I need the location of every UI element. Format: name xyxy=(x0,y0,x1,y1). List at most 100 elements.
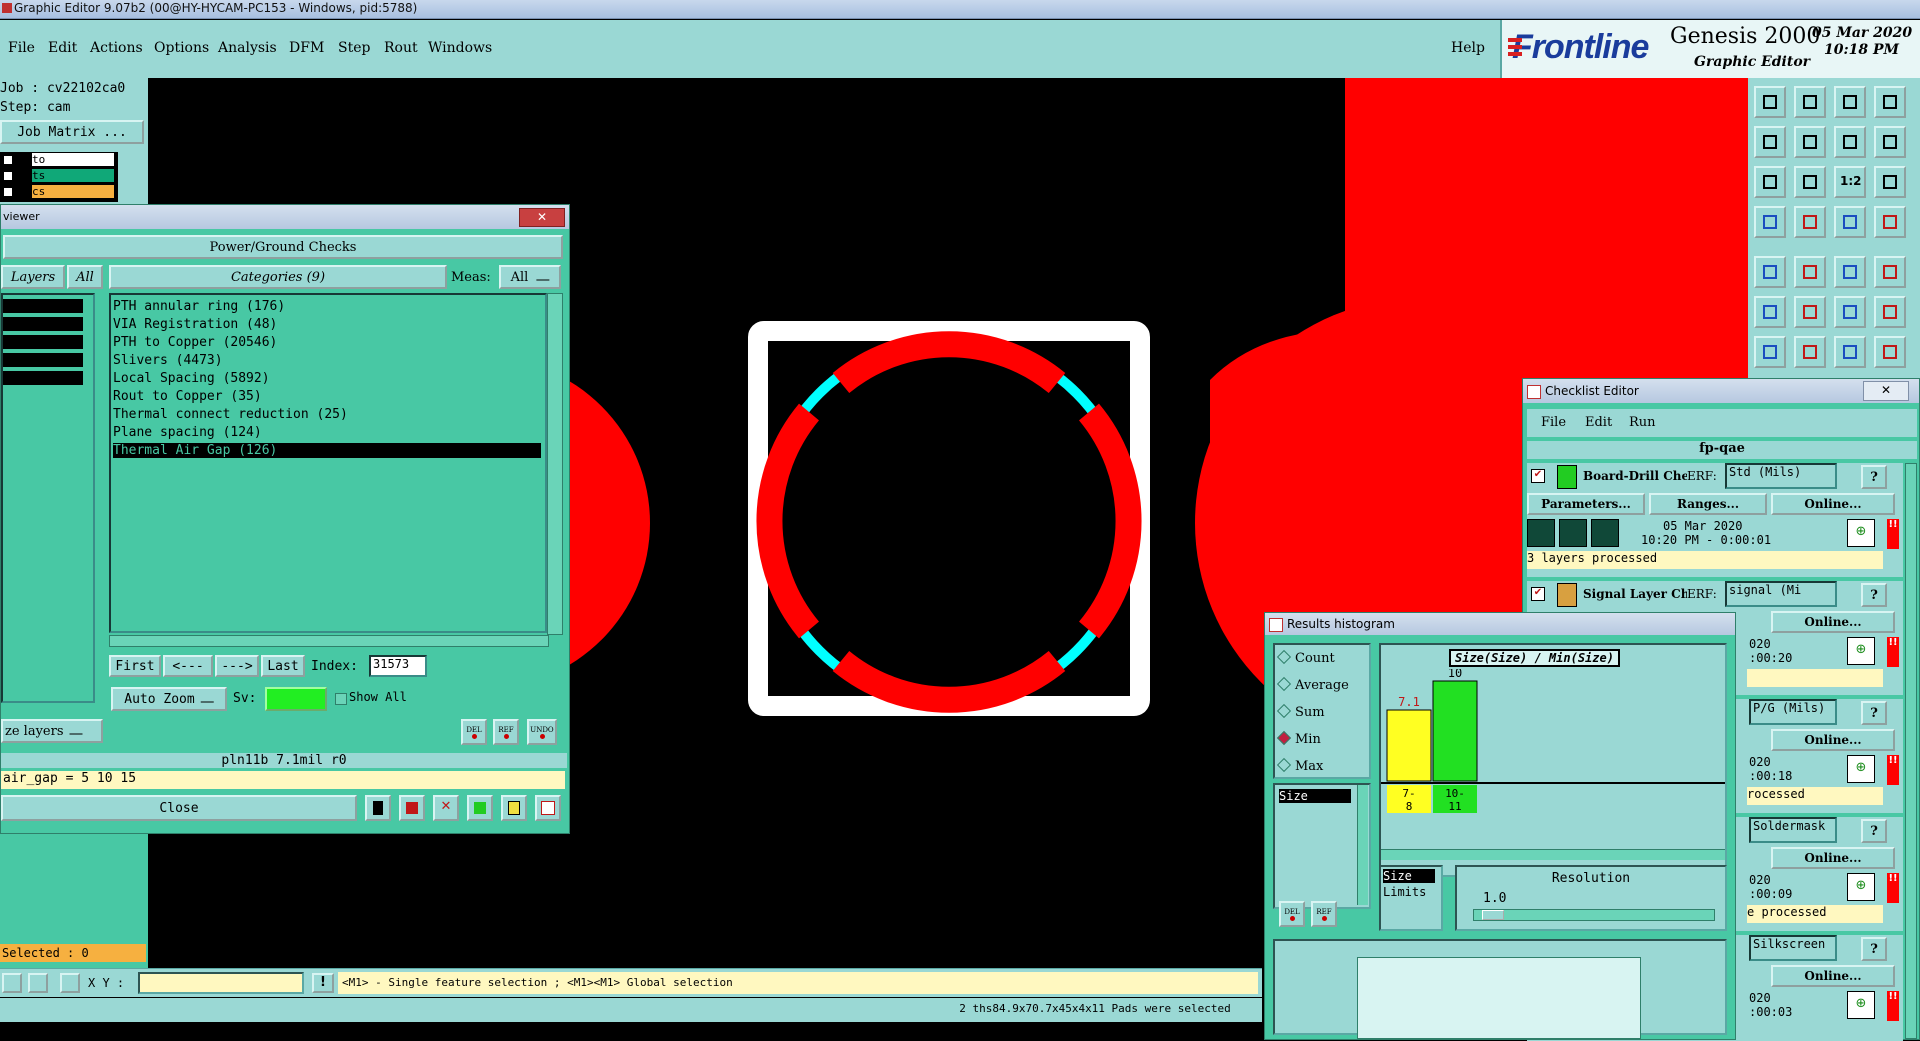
option-count[interactable]: Count xyxy=(1276,649,1335,666)
menu-analysis[interactable]: Analysis xyxy=(218,40,277,56)
option-max[interactable]: Max xyxy=(1276,757,1323,774)
layer-item[interactable] xyxy=(3,371,83,385)
category-item[interactable]: Thermal connect reduction (25) xyxy=(113,407,348,422)
cross-icon[interactable] xyxy=(1794,296,1826,328)
layer-tool-icon[interactable] xyxy=(399,795,425,821)
zoom-icon[interactable]: ⊕ xyxy=(1847,519,1875,547)
point-icon[interactable] xyxy=(1834,296,1866,328)
help-button[interactable]: ? xyxy=(1861,701,1887,725)
online-button[interactable]: Online... xyxy=(1771,493,1895,515)
line-icon[interactable] xyxy=(1834,256,1866,288)
snap-icon[interactable] xyxy=(1874,126,1906,158)
category-item-selected[interactable]: Thermal Air Gap (126) xyxy=(113,443,541,458)
zoom-icon[interactable]: ⊕ xyxy=(1847,637,1875,665)
menu-windows[interactable]: Windows xyxy=(428,40,492,56)
menu-edit[interactable]: Edit xyxy=(48,40,77,56)
slider-thumb[interactable] xyxy=(1482,910,1504,920)
online-button[interactable]: Online... xyxy=(1771,729,1895,751)
menu-rout[interactable]: Rout xyxy=(384,40,418,56)
category-item[interactable]: VIA Registration (48) xyxy=(113,317,277,332)
slash-red-icon[interactable] xyxy=(1754,336,1786,368)
check-enabled-icon[interactable]: ✔ xyxy=(1531,469,1545,483)
field-scrollbar[interactable] xyxy=(1357,785,1368,905)
close-icon[interactable]: ✕ xyxy=(519,208,565,227)
index-field[interactable]: 31573 xyxy=(369,655,427,677)
draw-outline-icon[interactable] xyxy=(1794,256,1826,288)
checklist-menu-edit[interactable]: Edit xyxy=(1585,415,1612,430)
grid-toggle-icon[interactable] xyxy=(1874,86,1906,118)
add-pad-icon[interactable] xyxy=(1754,256,1786,288)
connect-icon[interactable] xyxy=(1754,296,1786,328)
pad-icon[interactable] xyxy=(1874,256,1906,288)
menu-options[interactable]: Options xyxy=(154,40,209,56)
menu-dfm[interactable]: DFM xyxy=(289,40,324,56)
erf-value[interactable]: P/G (Mils) xyxy=(1749,699,1837,725)
category-item[interactable]: Local Spacing (5892) xyxy=(113,371,270,386)
grid-icon[interactable] xyxy=(1794,206,1826,238)
zoom-out-icon[interactable] xyxy=(1794,86,1826,118)
last-button[interactable]: Last xyxy=(261,655,305,677)
online-button[interactable]: Online... xyxy=(1771,965,1895,987)
categories-scrollbar[interactable] xyxy=(547,293,563,635)
check-enabled-icon[interactable]: ✔ xyxy=(1531,587,1545,601)
field-item-selected[interactable]: Size xyxy=(1279,789,1351,803)
layers-menu-button[interactable]: ze layers ⎼ xyxy=(1,719,103,743)
zoom-icon[interactable]: ⊕ xyxy=(1847,873,1875,901)
angle-icon[interactable] xyxy=(28,973,48,993)
close-button[interactable]: Close xyxy=(1,795,357,821)
next-button[interactable]: ---> xyxy=(215,655,259,677)
checklist-scrollbar[interactable] xyxy=(1905,463,1917,1039)
option-sum[interactable]: Sum xyxy=(1276,703,1325,720)
erf-value[interactable]: Soldermask xyxy=(1749,817,1837,843)
arrow-tool-icon[interactable] xyxy=(467,795,493,821)
resolution-slider[interactable] xyxy=(1473,909,1715,921)
check-row[interactable]: ✔ Board-Drill Che ERF: Std (Mils) ? Para… xyxy=(1527,463,1903,577)
help-button[interactable]: ? xyxy=(1861,819,1887,843)
category-item[interactable]: Plane spacing (124) xyxy=(113,425,262,440)
erf-value[interactable]: Silkscreen xyxy=(1749,935,1837,961)
option-min[interactable]: Min xyxy=(1276,730,1321,747)
menu-help[interactable]: Help xyxy=(1451,40,1485,56)
menu-actions[interactable]: Actions xyxy=(90,40,143,56)
zoom-home-icon[interactable] xyxy=(1754,86,1786,118)
histogram-bar[interactable] xyxy=(1386,709,1432,782)
help-button[interactable]: ? xyxy=(1861,937,1887,961)
snap-layer-icon[interactable] xyxy=(1874,206,1906,238)
checklist-menu-file[interactable]: File xyxy=(1541,415,1566,430)
checklist-menu-run[interactable]: Run xyxy=(1629,415,1656,430)
first-button[interactable]: First xyxy=(109,655,161,677)
home-icon[interactable] xyxy=(1834,86,1866,118)
warning-icon[interactable]: ! xyxy=(312,973,334,993)
list-tool-icon[interactable] xyxy=(501,795,527,821)
cross-tool-icon[interactable]: ✕ xyxy=(433,795,459,821)
online-button[interactable]: Online... xyxy=(1771,611,1895,633)
zoom-icon[interactable]: ⊕ xyxy=(1847,991,1875,1019)
layer-item[interactable] xyxy=(3,335,83,349)
measure-icon[interactable] xyxy=(1754,206,1786,238)
run-icon[interactable] xyxy=(1527,519,1555,547)
zoom-fit-icon[interactable] xyxy=(1754,166,1786,198)
grid-icon[interactable] xyxy=(60,973,80,993)
layers-all-button[interactable]: All xyxy=(67,265,103,289)
fit-icon[interactable] xyxy=(1834,126,1866,158)
xy-input[interactable] xyxy=(138,972,304,994)
layer-row[interactable]: to xyxy=(2,153,114,170)
slash-blue-icon[interactable] xyxy=(1794,336,1826,368)
histogram-hscrollbar[interactable] xyxy=(1381,849,1725,860)
mirror-icon[interactable] xyxy=(1874,336,1906,368)
show-all-checkbox[interactable] xyxy=(335,693,347,705)
category-item[interactable]: Rout to Copper (35) xyxy=(113,389,262,404)
parameters-button[interactable]: Parameters... xyxy=(1527,493,1645,515)
menu-step[interactable]: Step xyxy=(338,40,370,56)
option-average[interactable]: Average xyxy=(1276,676,1349,693)
category-item[interactable]: PTH to Copper (20546) xyxy=(113,335,277,350)
ref-button[interactable]: REF xyxy=(493,719,519,745)
undo-button[interactable]: UNDO xyxy=(527,719,557,745)
pan-left-icon[interactable] xyxy=(1754,126,1786,158)
auto-zoom-dropdown[interactable]: Auto Zoom ⎼ xyxy=(111,687,227,711)
erf-value[interactable]: signal (Mi xyxy=(1725,581,1837,607)
layer-item[interactable] xyxy=(3,353,83,367)
bottom-list-item[interactable]: Limits xyxy=(1383,885,1426,899)
ratio-1-2-icon[interactable]: 1:2 xyxy=(1834,166,1866,198)
layer-row[interactable]: cs xyxy=(2,185,114,202)
